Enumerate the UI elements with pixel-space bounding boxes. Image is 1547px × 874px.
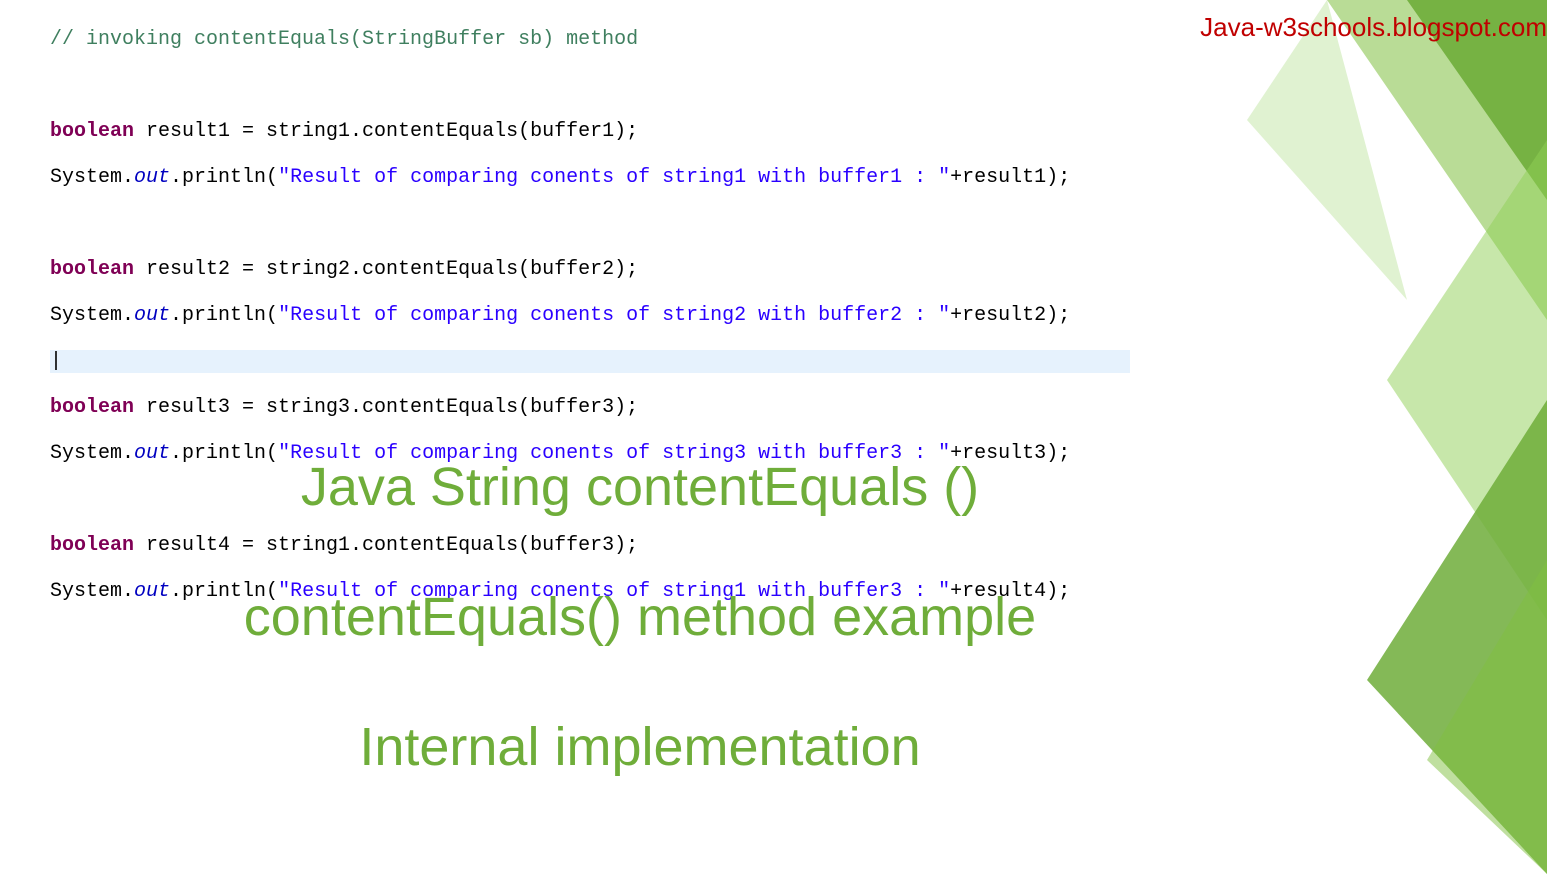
code-text: +result2);: [950, 304, 1070, 327]
code-text: System.: [50, 166, 134, 189]
title-block: Java String contentEquals () contentEqua…: [0, 455, 1280, 779]
static-out: out: [134, 304, 170, 327]
static-out: out: [134, 166, 170, 189]
kw-boolean: boolean: [50, 396, 134, 419]
code-text: +result1);: [950, 166, 1070, 189]
highlighted-line: |: [50, 350, 1130, 373]
title-line-1: Java String contentEquals (): [0, 455, 1280, 520]
title-line-2: contentEquals() method example: [0, 585, 1280, 650]
code-text: result3 = string3.contentEquals(buffer3)…: [134, 396, 638, 419]
code-comment: // invoking contentEquals(StringBuffer s…: [50, 28, 638, 51]
watermark-text: Java-w3schools.blogspot.com: [1200, 12, 1547, 43]
code-text: result2 = string2.contentEquals(buffer2)…: [134, 258, 638, 281]
code-text: .println(: [170, 304, 278, 327]
title-line-3: Internal implementation: [0, 715, 1280, 780]
string-literal: "Result of comparing conents of string2 …: [278, 304, 950, 327]
kw-boolean: boolean: [50, 120, 134, 143]
code-text: result1 = string1.contentEquals(buffer1)…: [134, 120, 638, 143]
code-text: .println(: [170, 166, 278, 189]
string-literal: "Result of comparing conents of string1 …: [278, 166, 950, 189]
code-text: System.: [50, 304, 134, 327]
kw-boolean: boolean: [50, 258, 134, 281]
